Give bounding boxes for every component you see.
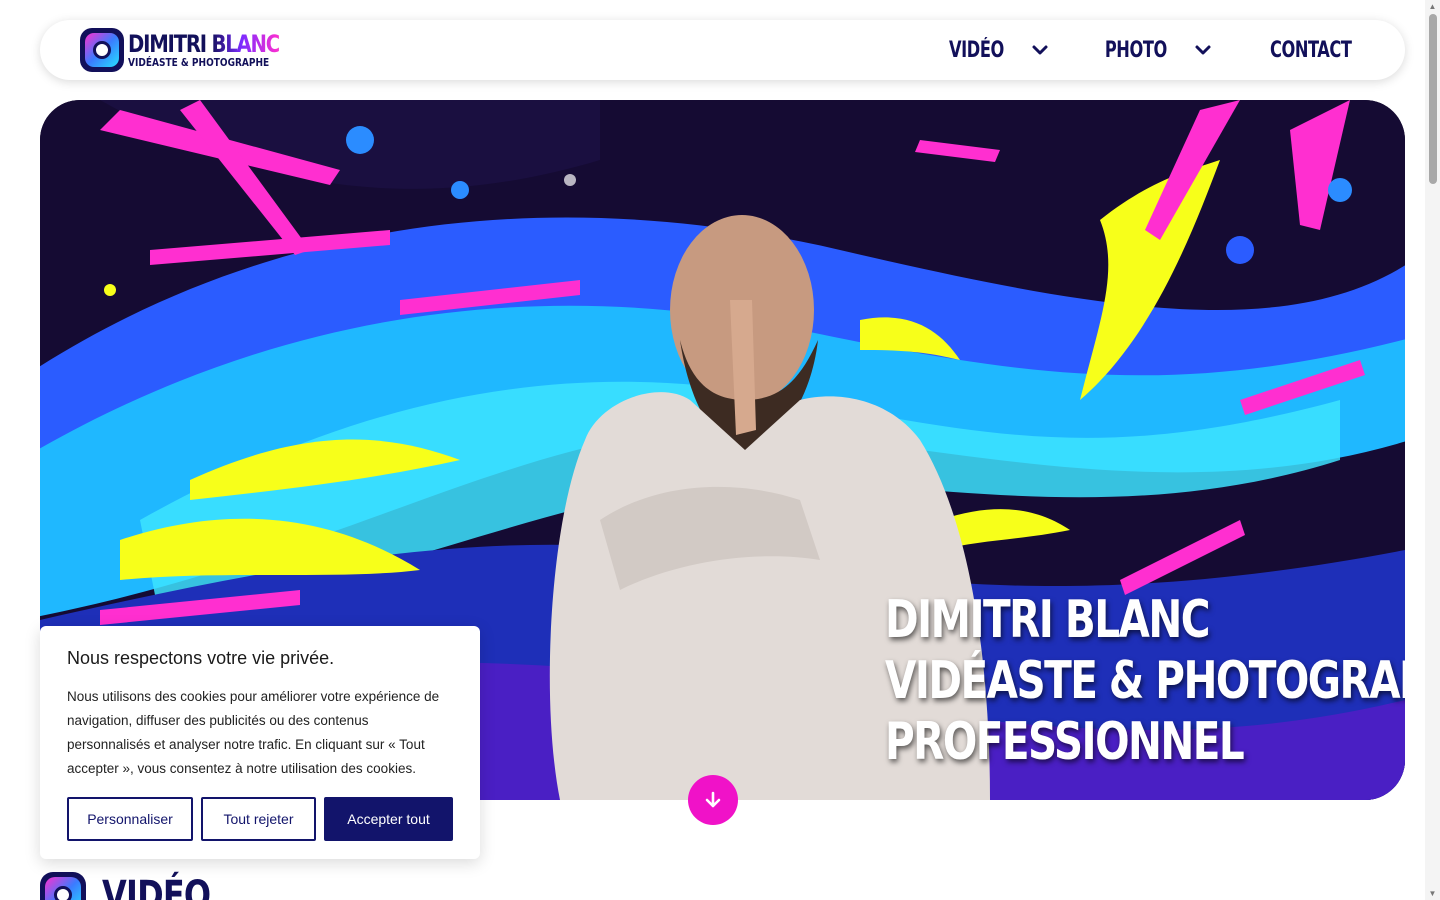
- section-title: VIDÉO: [102, 873, 211, 900]
- camera-logo-icon: [80, 28, 124, 72]
- scrollbar-thumb[interactable]: [1429, 14, 1437, 184]
- hero-line-name: DIMITRI BLANC: [885, 590, 1210, 650]
- camera-logo-icon: [40, 872, 86, 900]
- nav-item-label: VIDÉO: [948, 37, 1004, 63]
- arrow-down-icon: [705, 791, 721, 808]
- brand-name: DIMITRI BLANC: [128, 30, 280, 58]
- page-scrollbar[interactable]: ▲ ▼: [1425, 0, 1440, 900]
- site-logo[interactable]: DIMITRI BLANC VIDÉASTE & PHOTOGRAPHE: [80, 28, 312, 72]
- brand-tagline: VIDÉASTE & PHOTOGRAPHE: [128, 56, 270, 69]
- scroll-down-arrow-icon[interactable]: ▼: [1428, 889, 1437, 898]
- reject-all-button[interactable]: Tout rejeter: [201, 797, 316, 841]
- page: DIMITRI BLANC VIDÉASTE & PHOTOGRAPHE VID…: [0, 0, 1440, 900]
- nav-item-photo[interactable]: PHOTO: [1098, 38, 1214, 63]
- accept-all-button[interactable]: Accepter tout: [324, 797, 453, 841]
- cookie-buttons: Personnaliser Tout rejeter Accepter tout: [67, 797, 453, 841]
- logo-text: DIMITRI BLANC VIDÉASTE & PHOTOGRAPHE: [128, 32, 312, 68]
- video-section-heading: VIDÉO: [40, 872, 237, 900]
- cookie-consent-banner: Nous respectons votre vie privée. Nous u…: [40, 626, 480, 859]
- nav-item-label: PHOTO: [1104, 37, 1167, 63]
- site-header: DIMITRI BLANC VIDÉASTE & PHOTOGRAPHE VID…: [40, 20, 1405, 80]
- hero-title: DIMITRI BLANC VIDÉASTE & PHOTOGRAPHE PRO…: [885, 590, 1405, 773]
- chevron-down-icon: [1032, 45, 1048, 55]
- hero-line-pro: PROFESSIONNEL: [885, 712, 1245, 772]
- scroll-up-arrow-icon[interactable]: ▲: [1428, 2, 1437, 11]
- scroll-down-button[interactable]: [688, 775, 738, 825]
- chevron-down-icon: [1195, 45, 1211, 55]
- nav-item-label: CONTACT: [1270, 37, 1353, 63]
- hero-line-role: VIDÉASTE & PHOTOGRAPHE: [885, 651, 1405, 711]
- cookie-text: Nous utilisons des cookies pour améliore…: [67, 689, 440, 776]
- cookie-title: Nous respectons votre vie privée.: [67, 648, 335, 668]
- main-nav: VIDÉO PHOTO CONTACT: [943, 38, 1361, 63]
- nav-item-video[interactable]: VIDÉO: [943, 38, 1050, 63]
- customize-button[interactable]: Personnaliser: [67, 797, 193, 841]
- nav-item-contact[interactable]: CONTACT: [1261, 38, 1361, 63]
